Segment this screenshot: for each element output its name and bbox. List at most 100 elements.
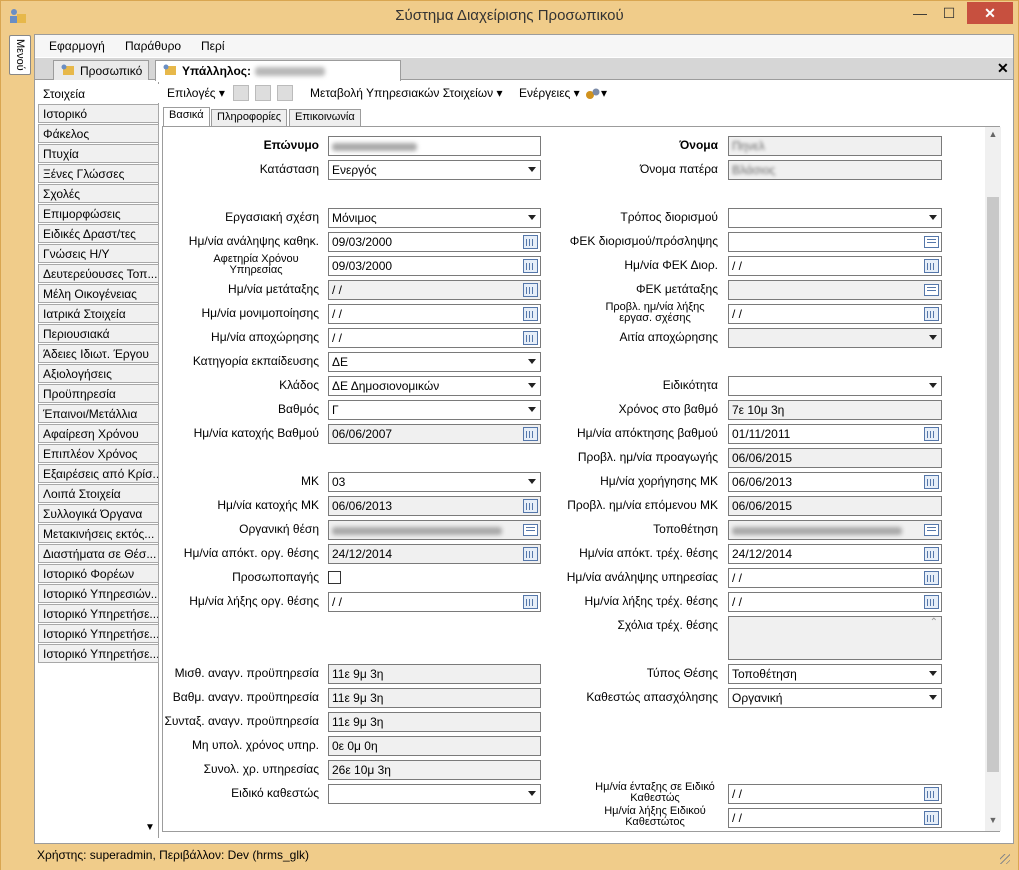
edu-cat-field[interactable]: ΔΕ	[328, 352, 541, 372]
minimize-button[interactable]: —	[906, 2, 934, 24]
calendar-icon[interactable]	[924, 427, 939, 441]
sidebar-item[interactable]: Φάκελος	[38, 124, 159, 143]
mk-hold-field[interactable]: 06/06/2013	[328, 496, 541, 516]
relation-field[interactable]: Μόνιμος	[328, 208, 541, 228]
sidebar-item[interactable]: Πτυχία	[38, 144, 159, 163]
sidebar-item[interactable]: Ιατρικά Στοιχεία	[38, 304, 159, 323]
fek-transfer-field[interactable]	[728, 280, 942, 300]
calendar-icon[interactable]	[924, 307, 939, 321]
dropdown-arrow-icon[interactable]	[528, 791, 536, 796]
scroll-up-icon[interactable]: ▲	[985, 129, 1001, 143]
side-menu-tab[interactable]: Μενού	[9, 35, 31, 75]
sidebar-item[interactable]: Διαστήματα σε Θέσ...	[38, 544, 159, 563]
pos-type-field[interactable]: Τοποθέτηση	[728, 664, 942, 684]
dropdown-arrow-icon[interactable]	[929, 695, 937, 700]
tab-employee[interactable]: Υπάλληλος:	[155, 60, 401, 81]
sidebar-item[interactable]: Περιουσιακά	[38, 324, 159, 343]
sidebar-item[interactable]: Αφαίρεση Χρόνου	[38, 424, 159, 443]
dropdown-arrow-icon[interactable]	[528, 383, 536, 388]
calendar-icon[interactable]	[924, 787, 939, 801]
tab-info[interactable]: Πληροφορίες	[211, 109, 288, 126]
mk-grant-field[interactable]: 06/06/2013	[728, 472, 942, 492]
comments-field[interactable]: ⌃	[728, 616, 942, 660]
sidebar-scroll-down-icon[interactable]: ▼	[143, 822, 157, 836]
resize-grip-icon[interactable]	[1000, 854, 1010, 864]
close-tab-icon[interactable]: ✕	[997, 60, 1009, 77]
dropdown-arrow-icon[interactable]	[528, 215, 536, 220]
mk-field[interactable]: 03	[328, 472, 541, 492]
sidebar-item[interactable]: Ιστορικό Υπηρετήσε...	[38, 644, 159, 663]
specialty-field[interactable]	[728, 376, 942, 396]
personal-checkbox[interactable]	[328, 571, 341, 584]
status-field[interactable]: Ενεργός	[328, 160, 541, 180]
sidebar-item[interactable]: Ιστορικό Υπηρετήσε...	[38, 624, 159, 643]
close-button[interactable]: ✕	[967, 2, 1013, 24]
tab-basic[interactable]: Βασικά	[163, 107, 210, 126]
sidebar-item[interactable]: Προϋπηρεσία	[38, 384, 159, 403]
calendar-icon[interactable]	[523, 235, 538, 249]
fek-date-field[interactable]: / /	[728, 256, 942, 276]
tab-contact[interactable]: Επικοινωνία	[289, 109, 361, 126]
calendar-icon[interactable]	[924, 595, 939, 609]
note-icon[interactable]	[924, 284, 939, 296]
salary-prev-field[interactable]: 11ε 9μ 3η	[328, 664, 541, 684]
sidebar-item[interactable]: Εξαιρέσεις από Κρίσ...	[38, 464, 159, 483]
placement-field[interactable]	[728, 520, 942, 540]
sidebar-item[interactable]: Άδειες Ιδιωτ. Έργου	[38, 344, 159, 363]
calendar-icon[interactable]	[523, 595, 538, 609]
sidebar-item[interactable]: Έπαινοι/Μετάλλια	[38, 404, 159, 423]
form-scrollbar[interactable]: ▲ ▼	[985, 127, 1001, 831]
sidebar-item[interactable]: Ιστορικό Φορέων	[38, 564, 159, 583]
grade-acq-field[interactable]: 01/11/2011	[728, 424, 942, 444]
actions-menu[interactable]: Ενέργειες ▾	[519, 86, 580, 100]
cur-end-field[interactable]: / /	[728, 592, 942, 612]
calendar-icon[interactable]	[523, 259, 538, 273]
calendar-icon[interactable]	[523, 307, 538, 321]
menu-about[interactable]: Περί	[201, 39, 225, 53]
refresh-icon[interactable]	[277, 85, 293, 101]
leave-reason-field[interactable]	[728, 328, 942, 348]
tools-menu[interactable]: ▾	[585, 86, 607, 101]
sidebar-item[interactable]: Λοιπά Στοιχεία	[38, 484, 159, 503]
calendar-icon[interactable]	[924, 475, 939, 489]
sidebar-item[interactable]: Μετακινήσεις εκτός...	[38, 524, 159, 543]
sidebar-item[interactable]: Επιπλέον Χρόνος	[38, 444, 159, 463]
sidebar-item[interactable]: Ξένες Γλώσσες	[38, 164, 159, 183]
appoint-mode-field[interactable]	[728, 208, 942, 228]
placement-note-icon[interactable]	[924, 524, 939, 536]
employ-status-field[interactable]: Οργανική	[728, 688, 942, 708]
calendar-icon[interactable]	[924, 547, 939, 561]
sidebar-item[interactable]: Αξιολογήσεις	[38, 364, 159, 383]
dropdown-arrow-icon[interactable]	[929, 215, 937, 220]
surname-field[interactable]	[328, 136, 541, 156]
org-pos-field[interactable]	[328, 520, 541, 540]
note-icon[interactable]	[924, 236, 939, 248]
dropdown-arrow-icon[interactable]	[528, 479, 536, 484]
save-all-icon[interactable]	[255, 85, 271, 101]
grade-prev-field[interactable]: 11ε 9μ 3η	[328, 688, 541, 708]
special-field[interactable]	[328, 784, 541, 804]
maximize-button[interactable]: ☐	[935, 2, 963, 24]
sidebar-item[interactable]: Στοιχεία	[38, 84, 159, 103]
sidebar-item[interactable]: Δευτερεύουσες Τοπ...	[38, 264, 159, 283]
promo-field[interactable]: 06/06/2015	[728, 448, 942, 468]
sidebar-item[interactable]: Σχολές	[38, 184, 159, 203]
dropdown-arrow-icon[interactable]	[528, 359, 536, 364]
mk-next-field[interactable]: 06/06/2015	[728, 496, 942, 516]
pension-prev-field[interactable]: 11ε 9μ 3η	[328, 712, 541, 732]
scroll-down-icon[interactable]: ▼	[985, 815, 1001, 829]
sidebar-item[interactable]: Ιστορικό	[38, 104, 159, 123]
org-pos-note-icon[interactable]	[523, 524, 538, 536]
special-end-field[interactable]: / /	[728, 808, 942, 828]
calendar-icon[interactable]	[523, 547, 538, 561]
calendar-icon[interactable]	[523, 427, 538, 441]
name-field[interactable]: Πηνελ	[728, 136, 942, 156]
hire-date-field[interactable]: 09/03/2000	[328, 232, 541, 252]
dropdown-arrow-icon[interactable]	[528, 167, 536, 172]
cur-acq-field[interactable]: 24/12/2014	[728, 544, 942, 564]
calendar-icon[interactable]	[924, 571, 939, 585]
scroll-thumb[interactable]	[987, 197, 999, 772]
service-assume-field[interactable]: / /	[728, 568, 942, 588]
dropdown-arrow-icon[interactable]	[929, 671, 937, 676]
total-field[interactable]: 26ε 10μ 3η	[328, 760, 541, 780]
